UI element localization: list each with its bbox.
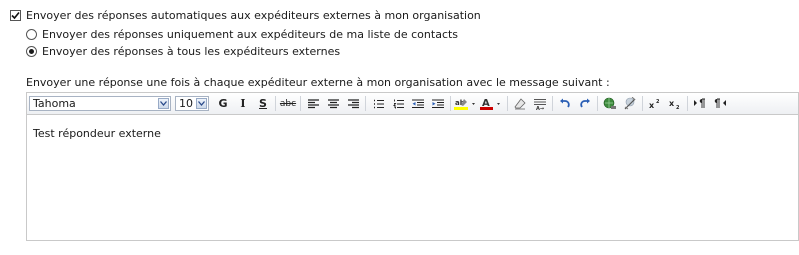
svg-text:A→: A→ xyxy=(536,106,544,110)
toolbar-separator xyxy=(300,96,301,111)
bulleted-list-icon xyxy=(373,99,384,108)
strikethrough-icon: abc xyxy=(279,98,297,109)
align-center-icon xyxy=(327,98,339,108)
highlight-button[interactable]: ab xyxy=(453,95,479,112)
message-label: Envoyer une réponse une fois à chaque ex… xyxy=(26,76,610,89)
bold-button[interactable]: G xyxy=(213,95,233,112)
numbered-list-icon xyxy=(392,99,404,108)
bulleted-list-button[interactable] xyxy=(368,95,388,112)
font-color-button[interactable]: A xyxy=(479,95,505,112)
undo-button[interactable] xyxy=(555,95,575,112)
font-size-select[interactable]: 10 xyxy=(175,96,209,111)
chevron-down-icon[interactable] xyxy=(196,98,207,109)
svg-text:2: 2 xyxy=(656,99,660,105)
superscript-button[interactable]: x2 xyxy=(645,95,665,112)
rtl-button[interactable] xyxy=(710,95,730,112)
superscript-icon: x2 xyxy=(649,99,660,109)
bold-icon: G xyxy=(218,97,228,110)
undo-icon xyxy=(560,98,570,108)
editor-toolbar: Tahoma 10 G I S abc ab A A→ x 2 x 2 xyxy=(27,93,798,115)
checkmark-icon xyxy=(11,11,20,20)
external-replies-checkbox[interactable] xyxy=(10,10,21,21)
increase-indent-icon xyxy=(432,99,444,108)
align-left-icon xyxy=(307,98,319,108)
radio-contacts-label: Envoyer des réponses uniquement aux expé… xyxy=(42,28,459,41)
chevron-down-icon[interactable] xyxy=(158,98,169,109)
underline-button[interactable]: S xyxy=(253,95,273,112)
toolbar-separator xyxy=(507,96,508,111)
italic-button[interactable]: I xyxy=(233,95,253,112)
toolbar-separator xyxy=(642,96,643,111)
toolbar-separator xyxy=(597,96,598,111)
align-right-button[interactable] xyxy=(343,95,363,112)
message-editor: Tahoma 10 G I S abc ab A A→ x 2 x 2 Test… xyxy=(26,92,799,241)
remove-link-button[interactable] xyxy=(620,95,640,112)
ltr-button[interactable] xyxy=(690,95,710,112)
numbered-list-button[interactable] xyxy=(388,95,408,112)
decrease-indent-icon xyxy=(412,99,424,108)
radio-contacts-only[interactable] xyxy=(26,29,37,40)
redo-button[interactable] xyxy=(575,95,595,112)
toolbar-separator xyxy=(552,96,553,111)
font-color-icon: A xyxy=(480,98,500,110)
clear-format-icon: A→ xyxy=(534,98,546,110)
toolbar-separator xyxy=(365,96,366,111)
external-replies-checkbox-row[interactable]: Envoyer des réponses automatiques aux ex… xyxy=(10,9,481,22)
align-center-button[interactable] xyxy=(323,95,343,112)
radio-all-external[interactable] xyxy=(26,46,37,57)
eraser-button[interactable] xyxy=(510,95,530,112)
clear-format-button[interactable]: A→ xyxy=(530,95,550,112)
italic-icon: I xyxy=(240,97,246,110)
toolbar-separator xyxy=(687,96,688,111)
redo-icon xyxy=(580,98,590,108)
font-family-select[interactable]: Tahoma xyxy=(29,96,171,111)
radio-all-row[interactable]: Envoyer des réponses à tous les expédite… xyxy=(26,45,340,58)
insert-link-button[interactable] xyxy=(600,95,620,112)
underline-icon: S xyxy=(259,97,267,110)
svg-text:2: 2 xyxy=(676,105,680,109)
font-family-value: Tahoma xyxy=(33,97,76,110)
message-label-text: Envoyer une réponse une fois à chaque ex… xyxy=(26,76,610,89)
external-replies-label: Envoyer des réponses automatiques aux ex… xyxy=(26,9,481,22)
toolbar-separator xyxy=(275,96,276,111)
svg-text:x: x xyxy=(649,101,655,109)
radio-contacts-row[interactable]: Envoyer des réponses uniquement aux expé… xyxy=(26,28,458,41)
insert-link-icon xyxy=(603,97,616,109)
subscript-icon: x2 xyxy=(669,99,680,109)
highlight-icon: ab xyxy=(454,98,475,110)
subscript-button[interactable]: x2 xyxy=(665,95,685,112)
decrease-indent-button[interactable] xyxy=(408,95,428,112)
radio-all-label: Envoyer des réponses à tous les expédite… xyxy=(42,45,341,58)
align-left-button[interactable] xyxy=(303,95,323,112)
toolbar-separator xyxy=(450,96,451,111)
increase-indent-button[interactable] xyxy=(428,95,448,112)
remove-link-icon xyxy=(624,97,636,110)
message-body[interactable]: Test répondeur externe xyxy=(33,127,161,140)
svg-text:x: x xyxy=(669,99,675,108)
rtl-icon xyxy=(714,98,726,108)
strikethrough-button[interactable]: abc xyxy=(278,95,298,112)
align-right-icon xyxy=(347,98,359,108)
eraser-icon xyxy=(514,97,526,109)
font-size-value: 10 xyxy=(179,97,193,110)
message-body-text: Test répondeur externe xyxy=(33,127,161,140)
ltr-icon xyxy=(694,98,705,108)
